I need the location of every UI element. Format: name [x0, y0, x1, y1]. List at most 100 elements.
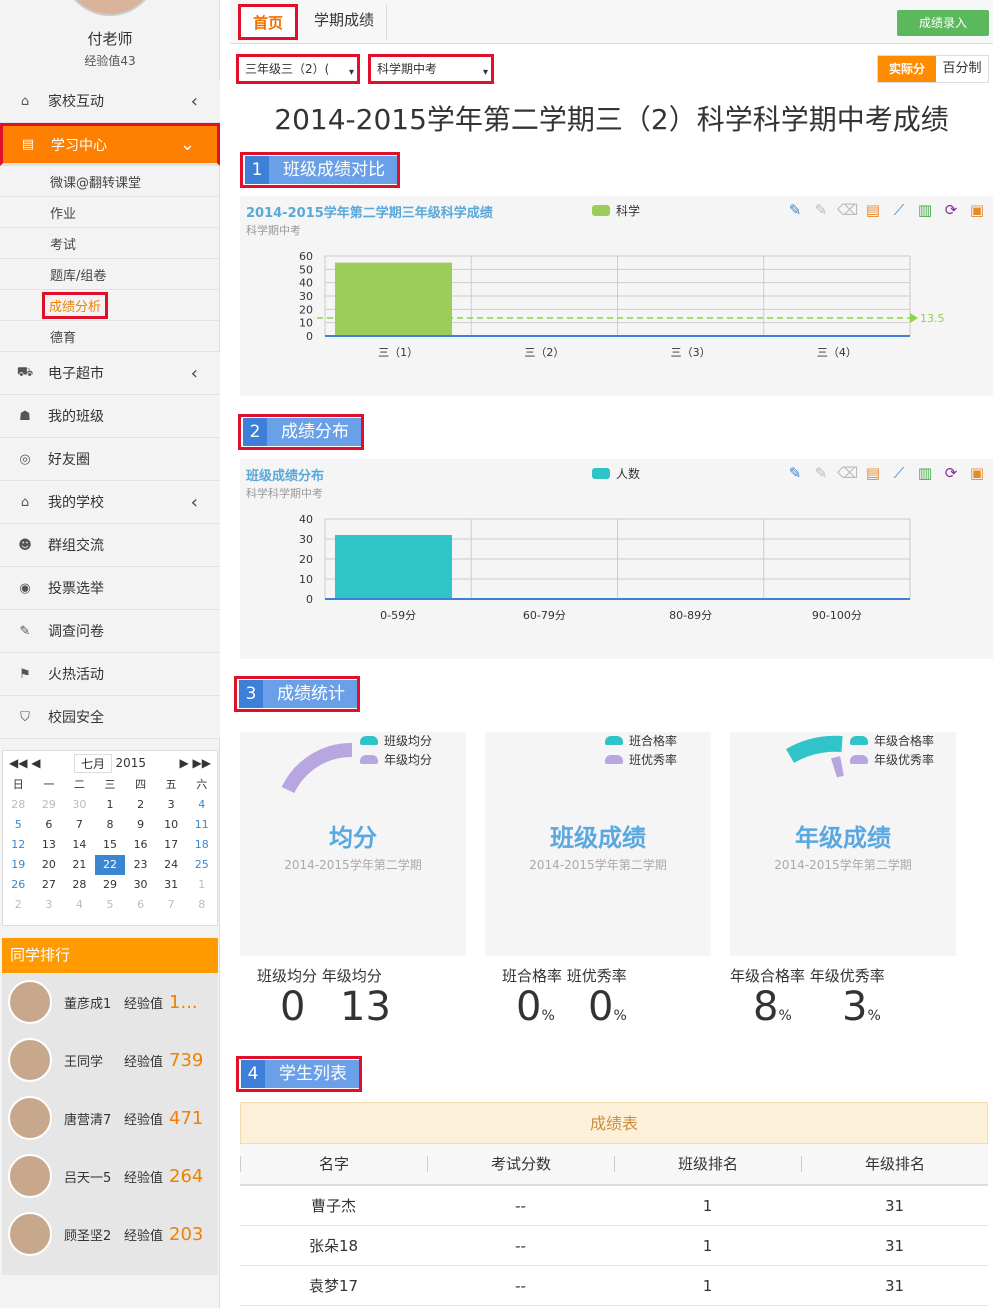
menu-item-e-market[interactable]: ⛟ 电子超市 ‹ — [0, 352, 220, 395]
section-4-header: 4 学生列表 — [236, 1056, 362, 1092]
next-year-icon[interactable]: ▶ ▶▶ — [179, 756, 211, 770]
calendar-day[interactable]: 30 — [125, 875, 156, 895]
calendar-day[interactable]: 7 — [156, 895, 187, 915]
submenu-microclass[interactable]: 微课@翻转课堂 — [0, 166, 220, 197]
book-icon: ▤ — [21, 137, 35, 152]
calendar-day[interactable]: 28 — [64, 875, 95, 895]
menu-item-activities[interactable]: ⚑ 火热活动 — [0, 653, 220, 696]
calendar-day[interactable]: 5 — [95, 895, 126, 915]
stat-legend-1[interactable]: 年级合格率 — [850, 732, 934, 749]
stat-legend-2[interactable]: 年级均分 — [360, 751, 432, 768]
class-select[interactable]: 三年级三（2）(▾ — [236, 54, 360, 84]
ranking-value: 264 — [169, 1165, 204, 1187]
calendar-day[interactable]: 1 — [95, 795, 126, 815]
menu-item-vote[interactable]: ◉ 投票选举 — [0, 567, 220, 610]
calendar-day[interactable]: 2 — [125, 795, 156, 815]
calendar-day[interactable]: 30 — [64, 795, 95, 815]
stat-card-class: 班合格率 班优秀率 班级成绩 2014-2015学年第二学期 — [485, 732, 711, 956]
calendar-day[interactable]: 23 — [125, 855, 156, 875]
calendar-day[interactable]: 6 — [34, 815, 65, 835]
calendar-day[interactable]: 5 — [3, 815, 34, 835]
calendar-day[interactable]: 15 — [95, 835, 126, 855]
menu-item-my-school[interactable]: ⌂ 我的学校 ‹ — [0, 481, 220, 524]
calendar-month[interactable]: 七月 — [73, 753, 112, 773]
calendar-day[interactable]: 8 — [95, 815, 126, 835]
stat-legend-1[interactable]: 班级均分 — [360, 732, 432, 749]
calendar-day[interactable]: 6 — [125, 895, 156, 915]
menu-item-home-school[interactable]: ⌂ 家校互动 ‹ — [0, 80, 220, 123]
calendar-day[interactable]: 29 — [34, 795, 65, 815]
tab-term-scores[interactable]: 学期成绩 — [302, 4, 388, 40]
ranking-item[interactable]: 唐营清7 经验值 471 — [2, 1089, 218, 1147]
calendar-day[interactable]: 22 — [94, 855, 126, 875]
calendar-day[interactable]: 7 — [64, 815, 95, 835]
calendar-day[interactable]: 10 — [156, 815, 187, 835]
tab-home[interactable]: 首页 — [238, 4, 299, 40]
submenu-homework[interactable]: 作业 — [0, 197, 220, 228]
calendar-day[interactable]: 24 — [156, 855, 187, 875]
calendar-day[interactable]: 3 — [156, 795, 187, 815]
unit: % — [541, 1008, 555, 1024]
calendar-day[interactable]: 13 — [34, 835, 65, 855]
submenu-moral[interactable]: 德育 — [0, 321, 220, 352]
calendar-day[interactable]: 25 — [186, 855, 217, 875]
menu-item-group-chat[interactable]: ☻ 群组交流 — [0, 524, 220, 567]
calendar-day[interactable]: 27 — [34, 875, 65, 895]
column-header[interactable]: 年级排名 — [801, 1156, 988, 1172]
column-header[interactable]: 考试分数 — [427, 1156, 614, 1172]
prev-year-icon[interactable]: ◀◀ ◀ — [9, 756, 41, 770]
calendar-day[interactable]: 4 — [64, 895, 95, 915]
calendar-day[interactable]: 21 — [64, 855, 95, 875]
calendar-day[interactable]: 12 — [3, 835, 34, 855]
calendar-day[interactable]: 29 — [95, 875, 126, 895]
calendar-day[interactable]: 19 — [3, 855, 34, 875]
calendar-day[interactable]: 1 — [186, 875, 217, 895]
ranking-label: 经验值 — [124, 996, 164, 1012]
calendar-day[interactable]: 17 — [156, 835, 187, 855]
calendar-day[interactable]: 9 — [125, 815, 156, 835]
calendar-year[interactable]: 2015 — [115, 756, 146, 770]
teacher-avatar[interactable] — [62, 0, 158, 16]
calendar-day[interactable]: 14 — [64, 835, 95, 855]
enter-scores-button[interactable]: 成绩录入 — [897, 10, 989, 36]
ranking-item[interactable]: 王同学 经验值 739 — [2, 1031, 218, 1089]
table-cell: 31 — [884, 1277, 905, 1295]
calendar-day[interactable]: 11 — [186, 815, 217, 835]
calendar-day[interactable]: 4 — [186, 795, 217, 815]
legend-label: 年级合格率 — [874, 734, 935, 748]
calendar-day[interactable]: 26 — [3, 875, 34, 895]
calendar-day[interactable]: 31 — [156, 875, 187, 895]
ranking-item[interactable]: 董彦成1 经验值 1... — [2, 973, 218, 1031]
calendar-day[interactable]: 28 — [3, 795, 34, 815]
submenu-question-bank[interactable]: 题库/组卷 — [0, 259, 220, 290]
table-cell: 1 — [702, 1277, 713, 1295]
calendar-day[interactable]: 3 — [34, 895, 65, 915]
menu-item-campus-safety[interactable]: ⛉ 校园安全 — [0, 696, 220, 739]
main-content: 首页 学期成绩 成绩录入 三年级三（2）(▾ 科学期中考 ▾ 实际分 百分制 20… — [230, 0, 993, 1308]
menu-item-learning-center[interactable]: ▤ 学习中心 ⌄ — [0, 123, 220, 166]
stat-legend-2[interactable]: 班优秀率 — [605, 751, 677, 768]
exam-select[interactable]: 科学期中考 ▾ — [368, 54, 494, 84]
legend-label: 班级均分 — [384, 734, 433, 748]
percent-button[interactable]: 百分制 — [936, 56, 988, 82]
menu-item-survey[interactable]: ✎ 调查问卷 — [0, 610, 220, 653]
ranking-item[interactable]: 顾圣坚2 经验值 203 — [2, 1205, 218, 1263]
column-header[interactable]: 班级排名 — [614, 1156, 801, 1172]
calendar-day[interactable]: 20 — [34, 855, 65, 875]
calendar-day[interactable]: 8 — [186, 895, 217, 915]
menu-item-my-class[interactable]: ☗ 我的班级 — [0, 395, 220, 438]
menu-item-friends[interactable]: ◎ 好友圈 — [0, 438, 220, 481]
column-header[interactable]: 名字 — [240, 1156, 427, 1172]
submenu-exam[interactable]: 考试 — [0, 228, 220, 259]
ranking-item[interactable]: 吕天一5 经验值 264 — [2, 1147, 218, 1205]
calendar-day[interactable]: 16 — [125, 835, 156, 855]
grade-pass-rate: 8% — [753, 984, 792, 1030]
calendar-day[interactable]: 18 — [186, 835, 217, 855]
submenu-score-analysis[interactable]: 成绩分析 — [0, 290, 220, 321]
circle-icon: ◎ — [19, 451, 31, 467]
legend-swatch — [850, 755, 868, 764]
calendar-day[interactable]: 2 — [3, 895, 34, 915]
actual-score-button[interactable]: 实际分 — [878, 56, 936, 82]
stat-legend-1[interactable]: 班合格率 — [605, 732, 677, 749]
stat-legend-2[interactable]: 年级优秀率 — [850, 751, 934, 768]
